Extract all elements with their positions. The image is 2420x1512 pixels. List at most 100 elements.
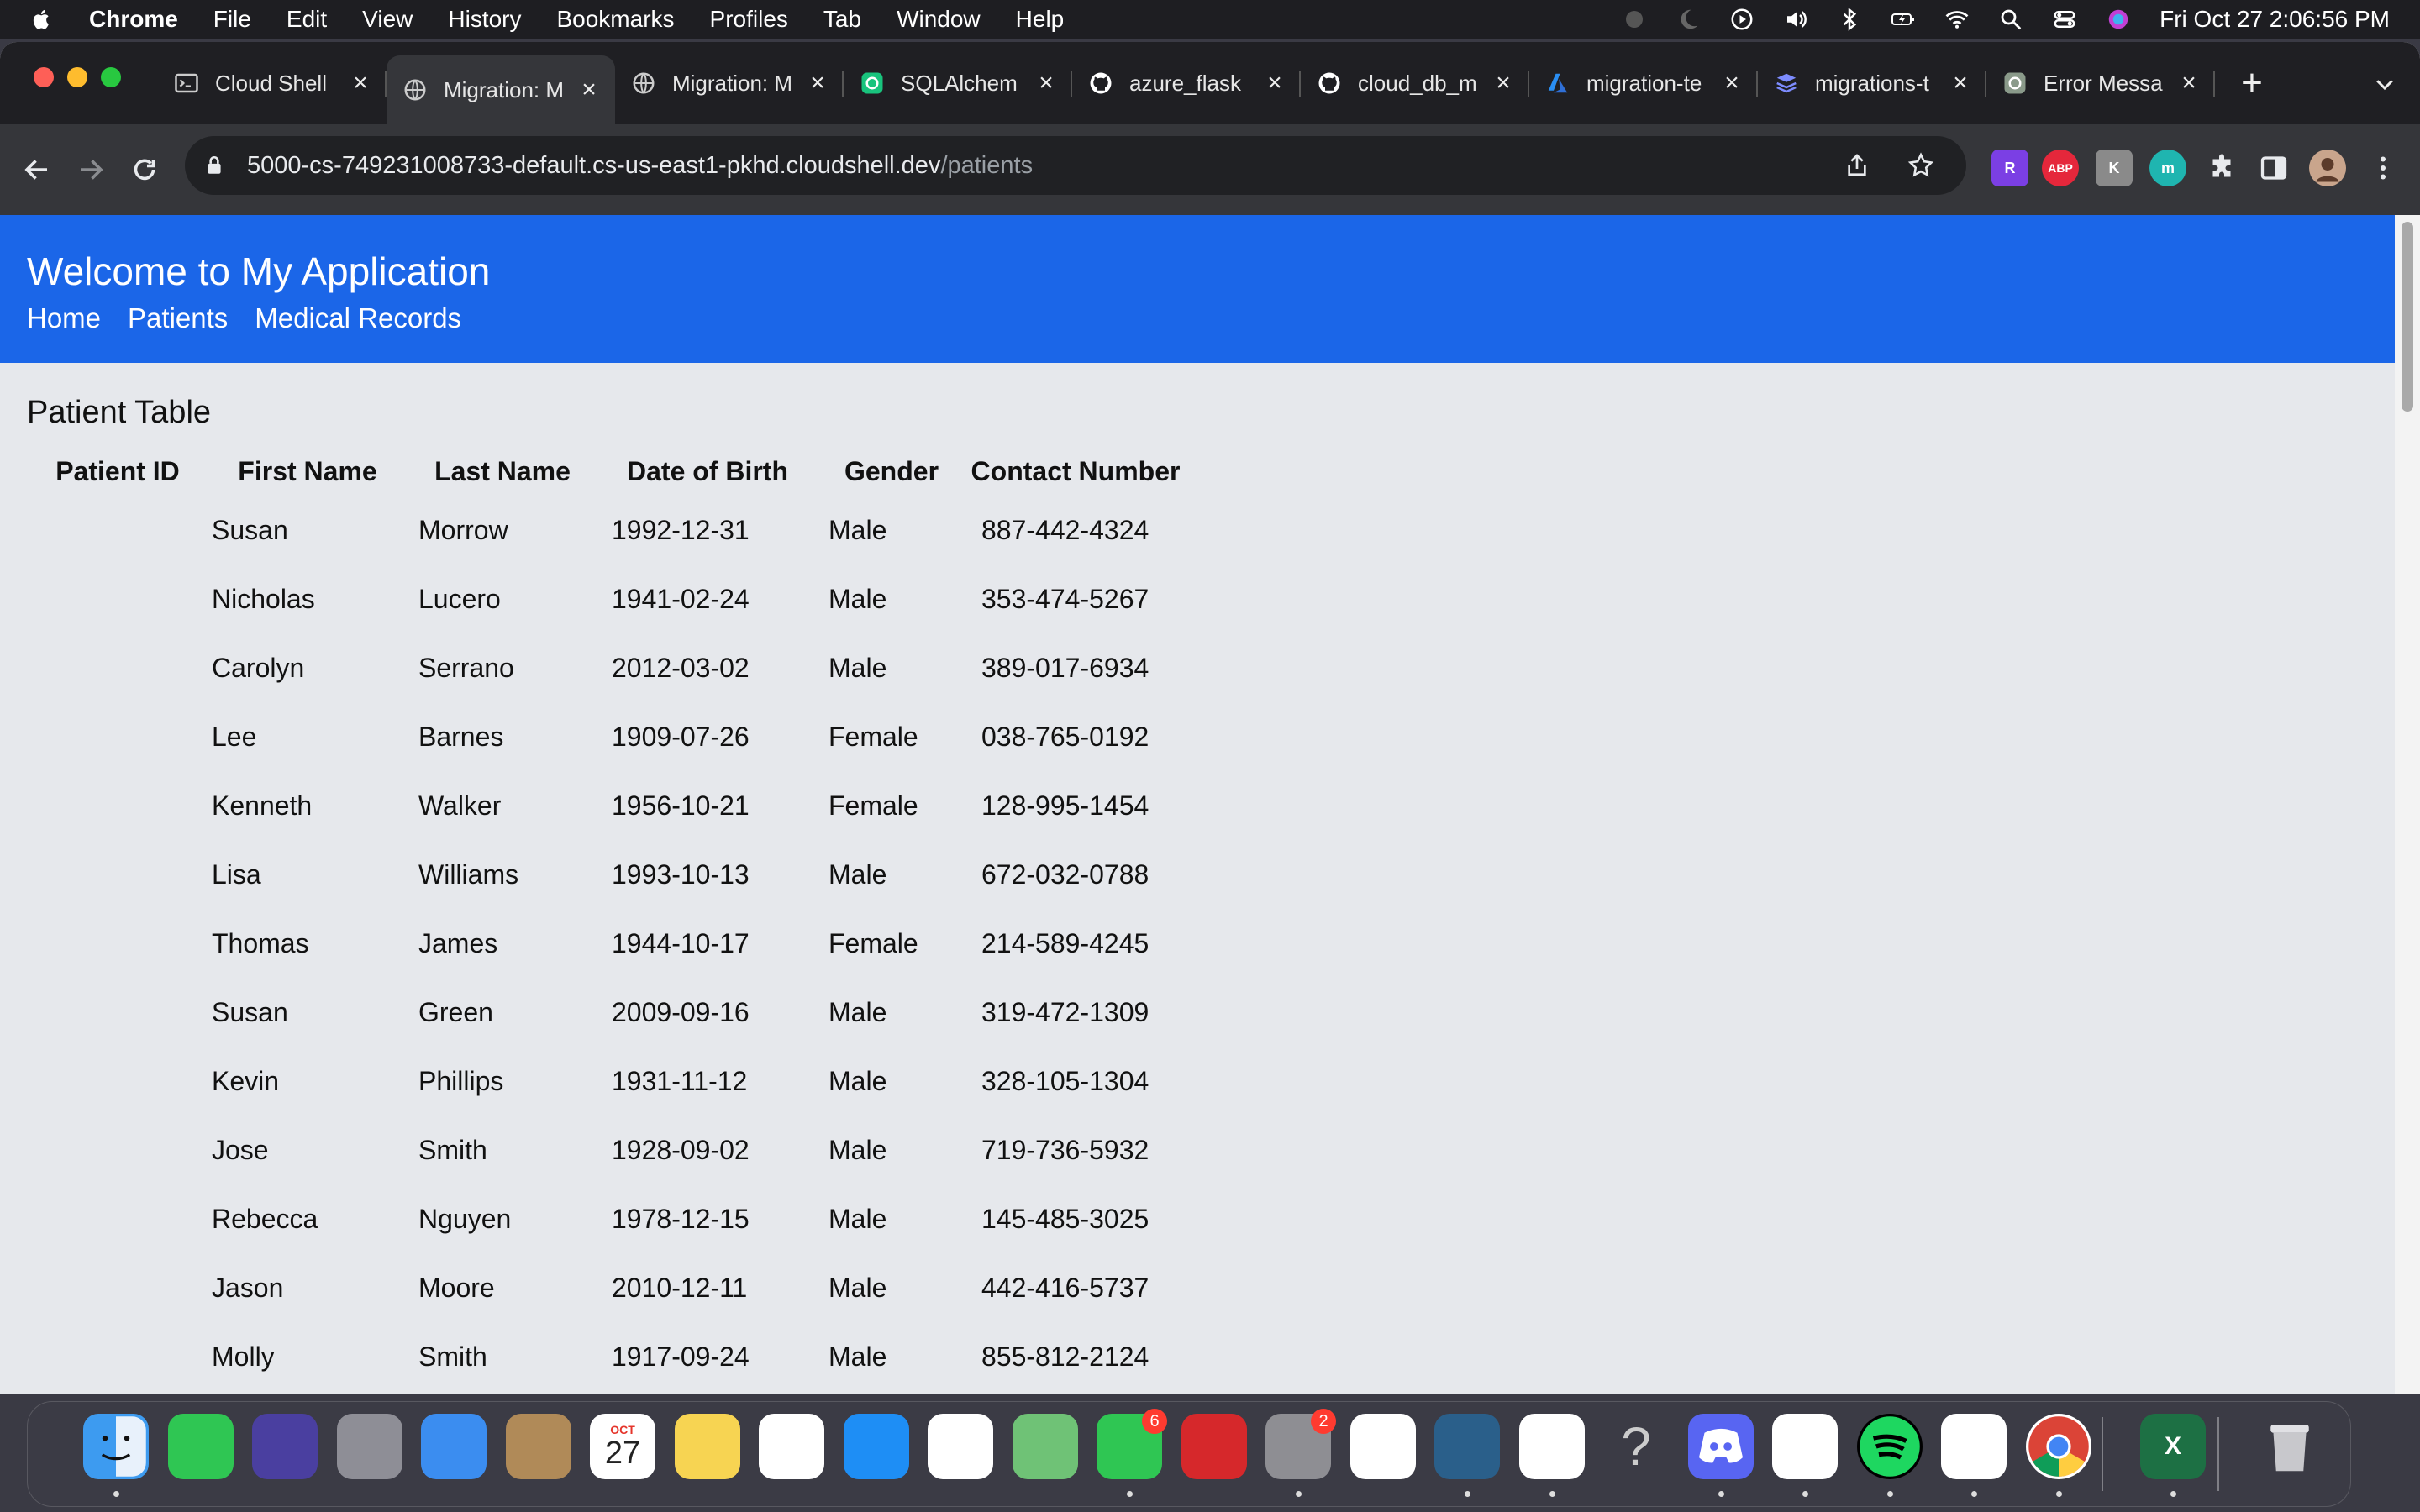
mysql-workbench-icon[interactable] — [1434, 1414, 1500, 1479]
spotlight-search-icon[interactable] — [1998, 7, 2023, 32]
page-scrollbar[interactable] — [2395, 215, 2420, 1394]
close-tab-icon[interactable]: × — [1949, 69, 1971, 97]
app-store-icon[interactable] — [843, 1414, 909, 1479]
wifi-icon[interactable] — [1944, 7, 1970, 32]
table-cell: 887-442-4324 — [981, 514, 1150, 545]
table-row: Jason Moore 2010-12-11 Male 442-416-5737 — [27, 1253, 1185, 1322]
messages-icon[interactable]: 6 — [1097, 1409, 1167, 1479]
menu-history[interactable]: History — [448, 6, 521, 33]
record-icon[interactable] — [1622, 7, 1647, 32]
help-icon[interactable]: ? — [1603, 1414, 1669, 1479]
profile-avatar[interactable] — [2309, 150, 2346, 186]
tab-cloud-db[interactable]: cloud_db_m × — [1301, 55, 1529, 111]
spotify-icon[interactable] — [1856, 1414, 1923, 1479]
menu-file[interactable]: File — [213, 6, 251, 33]
calendar-icon[interactable]: OCT 27 — [590, 1414, 655, 1479]
reminders-icon[interactable] — [928, 1414, 993, 1479]
address-bar[interactable]: 5000-cs-749231008733-default.cs-us-east1… — [185, 136, 1966, 195]
maps-icon[interactable] — [1012, 1414, 1078, 1479]
system-settings-icon[interactable]: 2 — [1265, 1409, 1336, 1479]
menu-help[interactable]: Help — [1016, 6, 1065, 33]
teams-icon[interactable] — [1772, 1414, 1838, 1479]
forward-arrow-icon[interactable] — [71, 150, 111, 190]
trash-icon[interactable] — [2257, 1414, 2323, 1479]
close-tab-icon[interactable]: × — [1264, 69, 1286, 97]
puzzle-extensions-icon[interactable] — [2203, 150, 2240, 186]
nav-link-medical-records[interactable]: Medical Records — [255, 302, 461, 334]
tab-migration-active[interactable]: Migration: M × — [387, 55, 615, 124]
menu-app-name[interactable]: Chrome — [89, 6, 178, 33]
close-tab-icon[interactable]: × — [807, 69, 829, 97]
tableau-icon[interactable] — [1349, 1414, 1416, 1479]
menu-clock[interactable]: Fri Oct 27 2:06:56 PM — [2160, 6, 2390, 33]
menu-bookmarks[interactable]: Bookmarks — [556, 6, 674, 33]
close-tab-icon[interactable]: × — [1492, 69, 1514, 97]
adblock-plus-icon[interactable]: ABP — [2042, 150, 2079, 186]
notes-icon[interactable] — [674, 1414, 740, 1479]
bluetooth-icon[interactable] — [1837, 7, 1862, 32]
fullscreen-window-button[interactable] — [101, 67, 121, 87]
volume-icon[interactable] — [1783, 7, 1808, 32]
nav-link-patients[interactable]: Patients — [128, 302, 228, 334]
new-tab-button[interactable]: + — [2235, 62, 2269, 104]
tab-separator — [2213, 71, 2215, 97]
table-cell — [27, 840, 208, 909]
menu-edit[interactable]: Edit — [287, 6, 327, 33]
play-icon[interactable] — [1729, 7, 1754, 32]
nav-link-home[interactable]: Home — [27, 302, 101, 334]
control-center-icon[interactable] — [2052, 7, 2077, 32]
table-cell — [27, 1184, 208, 1253]
close-tab-icon[interactable]: × — [350, 69, 371, 97]
photo-booth-icon[interactable] — [1181, 1414, 1247, 1479]
contacts-icon[interactable] — [505, 1414, 571, 1479]
chrome-icon[interactable] — [2025, 1414, 2091, 1479]
reload-icon[interactable] — [124, 150, 165, 190]
freeform-icon[interactable] — [759, 1414, 824, 1479]
back-arrow-icon[interactable] — [17, 150, 57, 190]
close-tab-icon[interactable]: × — [2178, 69, 2200, 97]
url-text: 5000-cs-749231008733-default.cs-us-east1… — [247, 152, 1033, 180]
finder-icon[interactable] — [83, 1414, 149, 1479]
chevron-down-icon[interactable] — [2368, 66, 2402, 102]
scrollbar-thumb[interactable] — [2402, 222, 2413, 412]
discord-icon[interactable] — [1687, 1414, 1754, 1479]
notification-badge: 6 — [1142, 1409, 1167, 1434]
messenger-icon[interactable] — [1941, 1414, 2007, 1479]
tab-migration-te[interactable]: migration-te × — [1529, 55, 1758, 111]
tab-migrations[interactable]: migrations-t × — [1758, 55, 1986, 111]
tab-cloud-shell[interactable]: Cloud Shell × — [158, 55, 387, 111]
extension-r-icon[interactable]: R — [1991, 150, 2028, 186]
extension-k-icon[interactable]: K — [2096, 150, 2133, 186]
table-cell: Male — [829, 1134, 887, 1165]
siri-icon[interactable] — [252, 1414, 318, 1479]
close-tab-icon[interactable]: × — [578, 76, 600, 104]
minimize-window-button[interactable] — [67, 67, 87, 87]
tab-azure-flask[interactable]: azure_flask × — [1072, 55, 1301, 111]
facetime-icon[interactable] — [167, 1414, 234, 1479]
close-tab-icon[interactable]: × — [1035, 69, 1057, 97]
more-menu-icon[interactable] — [2365, 150, 2402, 186]
table-row: Thomas James 1944-10-17 Female 214-589-4245 — [27, 909, 1185, 978]
apple-menu-icon[interactable] — [30, 7, 54, 32]
tab-error-message[interactable]: Error Messa × — [1986, 55, 2215, 111]
vscode-icon[interactable] — [1518, 1414, 1585, 1479]
menu-profiles[interactable]: Profiles — [710, 6, 788, 33]
siri-icon[interactable] — [2106, 7, 2131, 32]
close-window-button[interactable] — [34, 67, 54, 87]
tab-sqlalchemy[interactable]: SQLAlchem × — [844, 55, 1072, 111]
mail-icon[interactable] — [421, 1414, 487, 1479]
lock-icon[interactable] — [202, 153, 227, 178]
close-tab-icon[interactable]: × — [1721, 69, 1743, 97]
menu-tab[interactable]: Tab — [823, 6, 861, 33]
tab-migration[interactable]: Migration: M × — [615, 55, 844, 111]
battery-icon[interactable] — [1891, 7, 1916, 32]
focus-moon-icon[interactable] — [1676, 7, 1701, 32]
launchpad-icon[interactable] — [336, 1414, 402, 1479]
share-icon[interactable] — [1842, 150, 1872, 181]
menu-view[interactable]: View — [362, 6, 413, 33]
excel-icon[interactable]: X — [2140, 1414, 2206, 1479]
menu-window[interactable]: Window — [897, 6, 981, 33]
bookmark-star-icon[interactable] — [1906, 150, 1936, 181]
side-panel-icon[interactable] — [2255, 150, 2292, 186]
extension-m-icon[interactable]: m — [2149, 150, 2186, 186]
